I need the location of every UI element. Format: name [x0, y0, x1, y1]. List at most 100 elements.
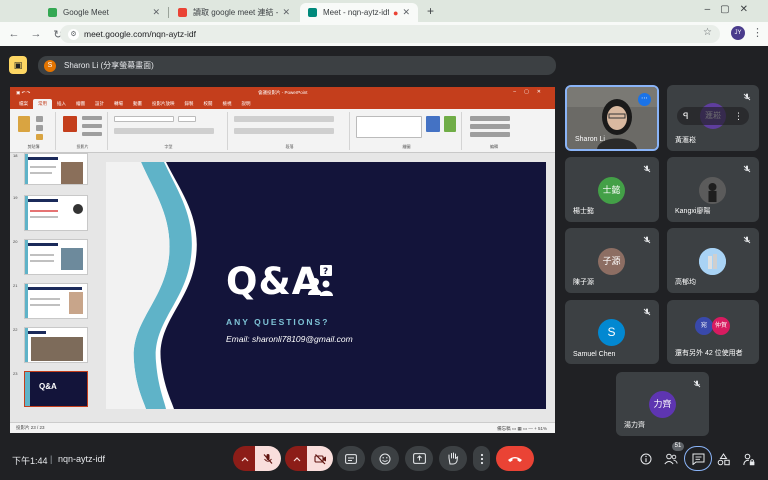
address-bar[interactable]: ⚙ meet.google.com/nqn-aytz-idf ☆ — [60, 25, 720, 43]
ppt-status-bar: 投影片 23 / 23 備忘稿 ▭ ▦ ▭ — + 51% — [10, 422, 555, 433]
new-tab-button[interactable]: + — [427, 4, 434, 18]
browser-tab-google-meet[interactable]: Google Meet ✕ — [40, 3, 168, 22]
tile-hover-controls[interactable]: ꟼ ⋮ — [677, 107, 749, 125]
forward-arrow-icon[interactable]: → — [28, 28, 44, 40]
section-icon — [82, 132, 102, 136]
participant-tile[interactable]: 高郁均 — [667, 228, 759, 293]
more-options-icon[interactable]: ⋮ — [734, 111, 743, 122]
reset-icon — [82, 124, 102, 128]
thumbnail-number: 23 — [13, 371, 18, 376]
participant-tile[interactable]: 滙崧 ꟼ ⋮ 黃滙崧 — [667, 85, 759, 151]
close-tab-icon[interactable]: ✕ — [152, 7, 160, 18]
thumbnail-number: 19 — [13, 195, 18, 200]
window-controls[interactable]: –▢✕ — [705, 4, 758, 15]
mic-off-icon — [643, 308, 651, 316]
participant-tile[interactable]: 力齊 湯力齊 — [616, 372, 709, 436]
meet-favicon-icon — [48, 8, 57, 17]
new-slide-icon — [63, 116, 77, 132]
reactions-button[interactable] — [371, 446, 399, 471]
microphone-toggle-button[interactable] — [255, 446, 281, 471]
participant-avatar: 士懿 — [598, 177, 625, 204]
camera-toggle-button[interactable] — [307, 446, 333, 471]
recording-dot-icon: ● — [393, 7, 399, 18]
audio-options-button[interactable] — [233, 446, 257, 471]
presenter-avatar: S — [44, 59, 56, 72]
mic-off-icon — [693, 380, 701, 388]
video-options-button[interactable] — [285, 446, 309, 471]
mic-off-icon — [643, 236, 651, 244]
ppt-tab: 說明 — [241, 101, 251, 106]
more-options-button[interactable] — [473, 446, 490, 471]
captions-icon — [345, 453, 357, 464]
ppt-ribbon-tabs: 檔案 常用 插入 繪圖 設計 轉場 動畫 投影片放映 錄製 校閱 檢視 說明 — [10, 98, 555, 109]
ppt-tab: 插入 — [57, 101, 66, 106]
ppt-titlebar: ▣ ↶ ↷ 會議投影片 - PowerPoint –▢✕ — [10, 87, 555, 98]
participant-avatar: 力齊 — [649, 391, 676, 418]
participant-avatar-photo — [699, 248, 726, 275]
ppt-tab: 繪圖 — [76, 101, 85, 106]
participant-name: 黃滙崧 — [675, 137, 696, 144]
site-info-icon[interactable]: ⚙ — [68, 28, 79, 40]
participant-tile[interactable]: S Samuel Chen — [565, 300, 659, 364]
pin-icon[interactable]: ꟼ — [683, 111, 688, 122]
captions-button[interactable] — [337, 446, 365, 471]
shapes-gallery — [356, 116, 422, 138]
slide-thumbnail — [24, 153, 88, 185]
mic-off-icon — [643, 165, 651, 173]
people-button[interactable] — [662, 450, 680, 468]
profile-avatar[interactable]: JY — [731, 26, 745, 40]
participant-tile[interactable]: Kangxi廖陽 — [667, 157, 759, 222]
presenter-chip[interactable]: S Sharon Li (分享螢幕畫面) — [38, 56, 556, 75]
others-tile[interactable]: 宛 仲賀 還有另外 42 位使用者 — [667, 300, 759, 364]
chat-button[interactable] — [684, 446, 712, 471]
slide-counter: 投影片 23 / 23 — [16, 425, 45, 430]
browser-tab-meet-active[interactable]: Meet - nqn-aytz-idf ● ✕ — [300, 3, 418, 22]
host-controls-button[interactable] — [740, 450, 758, 468]
close-tab-icon[interactable]: ✕ — [282, 7, 290, 18]
svg-text:?: ? — [323, 267, 328, 277]
bookmark-star-icon[interactable]: ☆ — [703, 27, 712, 38]
lock-person-icon — [743, 453, 755, 465]
raise-hand-button[interactable] — [439, 446, 467, 471]
present-screen-icon — [412, 453, 426, 464]
slide-subtitle: ANY QUESTIONS? — [226, 317, 330, 327]
mic-off-icon — [743, 165, 751, 173]
participant-avatar: 子源 — [598, 248, 625, 275]
ribbon-group-label: 編輯 — [490, 144, 498, 149]
presentation-icon[interactable]: ▣ — [9, 56, 27, 74]
more-options-icon[interactable]: ⋯ — [638, 93, 651, 106]
browser-menu-icon[interactable]: ⋮ — [752, 26, 763, 39]
browser-tab-search[interactable]: 讀取 google meet 連結 - 318... ✕ — [170, 3, 298, 22]
chevron-up-icon — [241, 456, 249, 461]
select-icon — [470, 132, 510, 137]
arrange-icon — [426, 116, 440, 132]
ribbon-group-paragraph: 段落 — [230, 112, 350, 150]
shared-screen-powerpoint: ▣ ↶ ↷ 會議投影片 - PowerPoint –▢✕ 檔案 常用 插入 繪圖… — [10, 87, 555, 433]
separator: | — [50, 454, 53, 464]
participant-name: 楊士懿 — [573, 208, 594, 215]
list-buttons — [234, 116, 334, 122]
meeting-time: 下午1:44 — [12, 456, 48, 466]
quick-styles-icon — [444, 116, 456, 132]
participant-tile[interactable]: 士懿 楊士懿 — [565, 157, 659, 222]
present-screen-button[interactable] — [405, 446, 433, 471]
ribbon-group-label: 字型 — [164, 144, 173, 149]
ppt-ribbon: 剪貼簿 投影片 字型 段落 繪圖 編輯 — [10, 109, 555, 153]
meeting-details-button[interactable] — [637, 450, 655, 468]
participant-tile[interactable]: 子源 陳子源 — [565, 228, 659, 293]
participant-avatar: 仲賀 — [712, 317, 730, 335]
chat-icon — [692, 453, 704, 465]
activities-button[interactable] — [714, 450, 732, 468]
replace-icon — [470, 124, 510, 129]
others-count-label: 還有另外 42 位使用者 — [675, 350, 743, 357]
meeting-code: nqn-aytz-idf — [58, 454, 106, 464]
close-tab-icon[interactable]: ✕ — [402, 7, 410, 18]
leave-call-button[interactable] — [496, 446, 534, 471]
ribbon-group-slides: 投影片 — [58, 112, 108, 150]
back-arrow-icon[interactable]: ← — [6, 28, 22, 40]
meet-favicon-icon — [308, 8, 317, 17]
ppt-window-title: 會議投影片 - PowerPoint — [258, 90, 308, 95]
participant-tile-self[interactable]: ⋯ Sharon Li — [565, 85, 659, 151]
thumbnail-number: 18 — [13, 153, 18, 158]
font-format-buttons — [114, 128, 214, 134]
